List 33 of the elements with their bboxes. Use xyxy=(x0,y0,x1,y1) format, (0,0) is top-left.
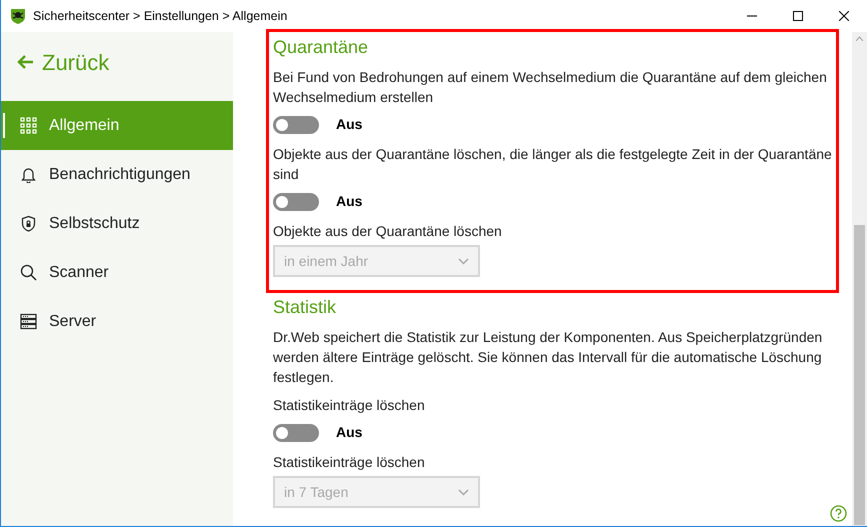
toggle-state: Aus xyxy=(336,192,362,211)
sidebar-item[interactable]: Benachrichtigungen xyxy=(1,150,233,199)
sidebar-item[interactable]: Selbstschutz xyxy=(1,199,233,248)
setting-text: Statistikeinträge löschen xyxy=(273,453,425,472)
server-icon xyxy=(20,313,37,330)
setting-text: Objekte aus der Quarantäne löschen xyxy=(273,222,502,241)
setting-text: Bei Fund von Bedrohungen auf einem Wechselmedium die Quarantäne auf dem gleichen Wechselmedium erstellen xyxy=(273,68,828,107)
bell-icon xyxy=(20,166,37,183)
toggle-state: Aus xyxy=(336,115,362,134)
window-title: Sicherheitscenter > Einstellungen > Allgemein xyxy=(33,8,288,25)
setting-text: Objekte aus der Quarantäne löschen, die länger als die festgelegte Zeit in der Quarantäne sind xyxy=(273,145,833,184)
help-icon[interactable] xyxy=(830,505,847,522)
sidebar-item[interactable]: Scanner xyxy=(1,248,233,297)
setting-text: Statistikeinträge löschen xyxy=(273,396,425,415)
toggle-switch[interactable] xyxy=(273,424,319,442)
shield-icon xyxy=(20,215,37,232)
chevron-down-icon xyxy=(458,258,469,264)
toggle-switch[interactable] xyxy=(273,116,319,134)
section-heading: Statistik xyxy=(273,296,336,319)
scrollbar-thumb[interactable] xyxy=(854,225,865,525)
toggle-switch[interactable] xyxy=(273,192,319,210)
chevron-down-icon xyxy=(458,488,469,496)
scroll-up-icon xyxy=(856,36,863,41)
maximize-icon xyxy=(793,11,803,21)
setting-text: Dr.Web speichert die Statistik zur Leistung der Komponenten. Aus Speicherplatzgründen werden ältere Einträge gelöscht. Sie können das Intervall für die automatische Löschung festlegen. xyxy=(273,328,824,387)
grid-icon xyxy=(20,117,37,134)
search-icon xyxy=(20,264,37,281)
arrow-left-icon xyxy=(17,54,34,70)
sidebar-item[interactable]: Server xyxy=(1,297,233,346)
toggle-state: Aus xyxy=(336,423,362,442)
close-icon xyxy=(839,11,849,21)
section-heading: Quarantäne xyxy=(273,36,368,59)
app-logo-icon xyxy=(9,7,27,25)
